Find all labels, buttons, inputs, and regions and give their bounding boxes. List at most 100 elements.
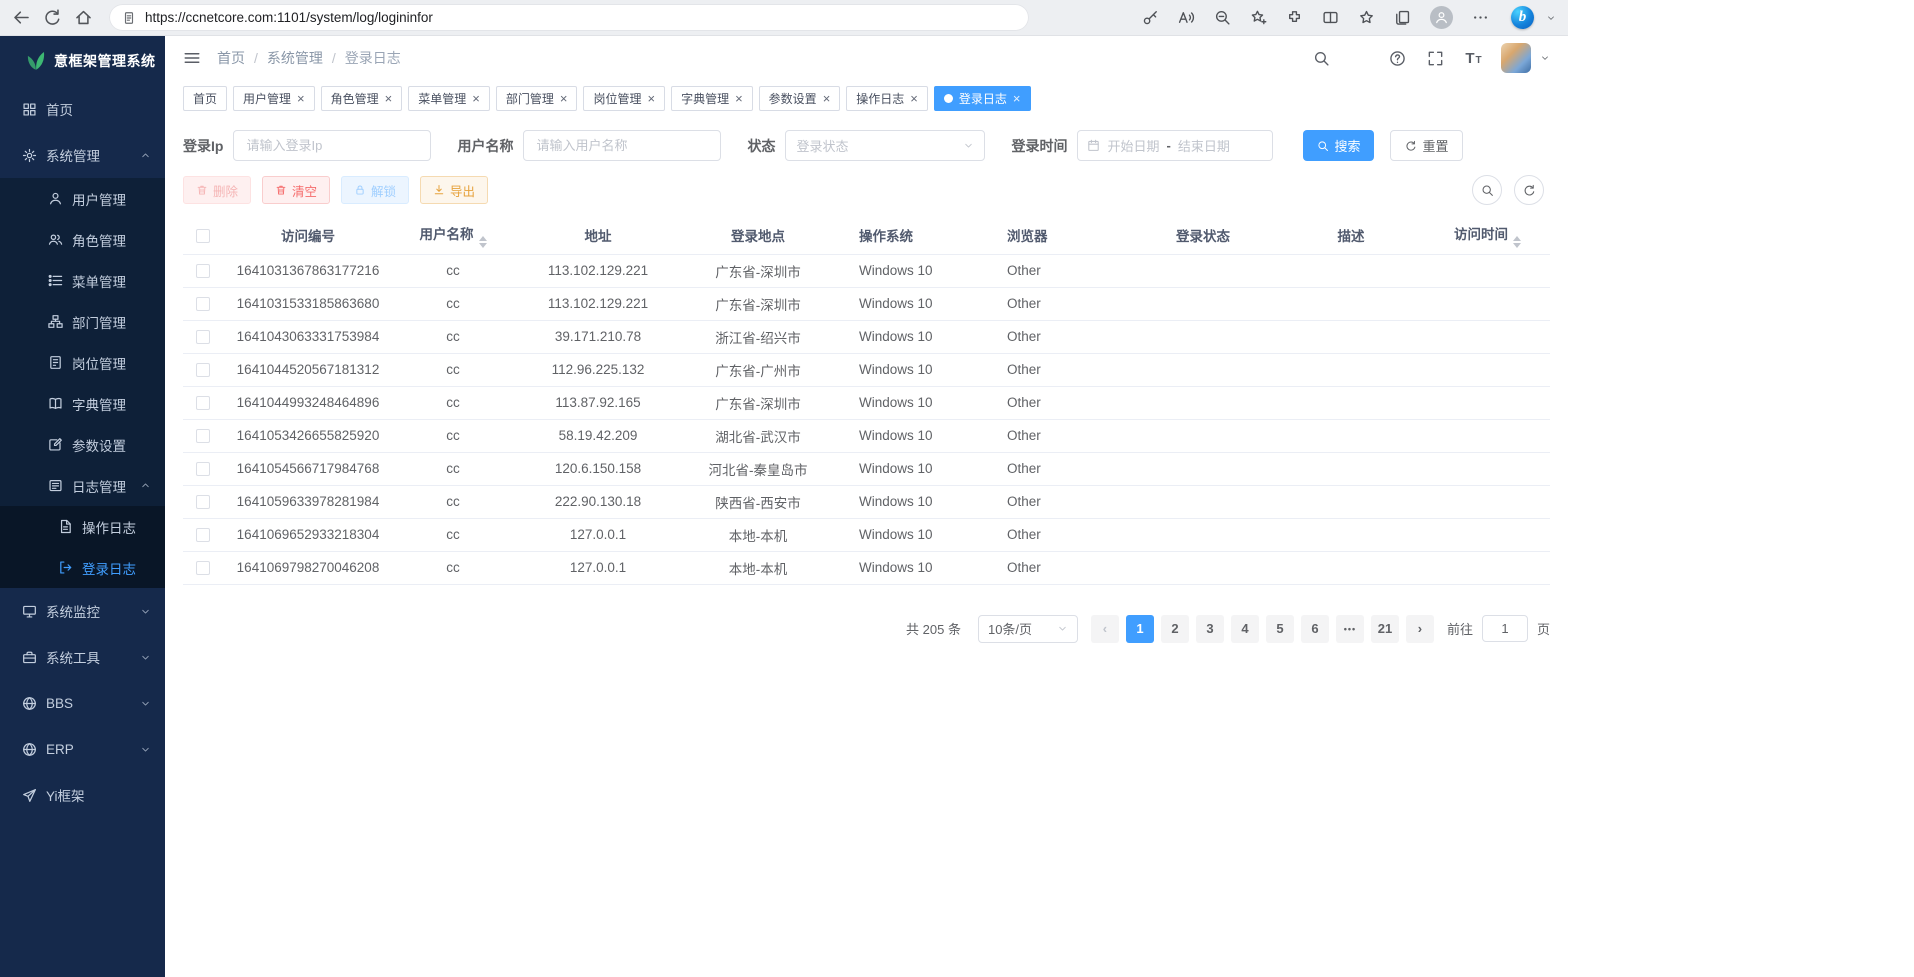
- zoom-out-icon[interactable]: [1214, 9, 1231, 26]
- pager-ellipsis[interactable]: •••: [1336, 615, 1364, 643]
- page-button-4[interactable]: 4: [1231, 615, 1259, 643]
- favorites-bar-icon[interactable]: [1358, 9, 1375, 26]
- sidebar-item-home[interactable]: 首页: [0, 86, 165, 132]
- sidebar-item-operation-log[interactable]: 操作日志: [0, 506, 165, 547]
- search-icon[interactable]: [1313, 50, 1330, 67]
- row-checkbox[interactable]: [196, 396, 210, 410]
- reset-button[interactable]: 重置: [1390, 130, 1463, 161]
- goto-page-input[interactable]: [1482, 615, 1528, 642]
- next-page-button[interactable]: ›: [1406, 615, 1434, 643]
- collections-icon[interactable]: [1394, 9, 1411, 26]
- close-icon[interactable]: ×: [823, 92, 831, 105]
- close-icon[interactable]: ×: [385, 92, 393, 105]
- page-button-3[interactable]: 3: [1196, 615, 1224, 643]
- profile-icon[interactable]: [1430, 6, 1453, 29]
- sidebar-item-dept-management[interactable]: 部门管理: [0, 301, 165, 342]
- read-aloud-icon[interactable]: [1178, 9, 1195, 26]
- table-refresh-button[interactable]: [1514, 175, 1544, 205]
- delete-button[interactable]: 删除: [183, 176, 251, 204]
- row-checkbox[interactable]: [196, 462, 210, 476]
- login-time-range-picker[interactable]: 开始日期 - 结束日期: [1077, 130, 1273, 161]
- row-checkbox[interactable]: [196, 363, 210, 377]
- sidebar-item-param-settings[interactable]: 参数设置: [0, 424, 165, 465]
- breadcrumb-home[interactable]: 首页: [217, 48, 245, 68]
- status-select[interactable]: 登录状态: [785, 130, 985, 161]
- close-icon[interactable]: ×: [1013, 92, 1021, 105]
- tab-post-management[interactable]: 岗位管理×: [583, 86, 665, 111]
- row-checkbox[interactable]: [196, 561, 210, 575]
- split-screen-icon[interactable]: [1322, 9, 1339, 26]
- sidebar-item-user-management[interactable]: 用户管理: [0, 178, 165, 219]
- sidebar-item-login-log[interactable]: 登录日志: [0, 547, 165, 588]
- page-button-5[interactable]: 5: [1266, 615, 1294, 643]
- user-avatar[interactable]: [1501, 43, 1531, 73]
- row-checkbox[interactable]: [196, 297, 210, 311]
- help-icon[interactable]: [1389, 50, 1406, 67]
- sidebar-item-yi-framework[interactable]: Yi框架: [0, 772, 165, 818]
- row-checkbox[interactable]: [196, 330, 210, 344]
- unlock-button[interactable]: 解锁: [341, 176, 409, 204]
- browser-refresh-button[interactable]: [43, 8, 62, 27]
- column-header-access-time[interactable]: 访问时间: [1425, 217, 1550, 254]
- fullscreen-icon[interactable]: [1427, 50, 1444, 67]
- sidebar-item-system-tools[interactable]: 系统工具: [0, 634, 165, 680]
- sidebar-item-system-monitor[interactable]: 系统监控: [0, 588, 165, 634]
- sort-icon[interactable]: [479, 236, 487, 248]
- chevron-down-icon[interactable]: [1546, 13, 1556, 23]
- row-checkbox[interactable]: [196, 264, 210, 278]
- sidebar-item-erp[interactable]: ERP: [0, 726, 165, 772]
- user-name-input[interactable]: [523, 130, 721, 161]
- table-search-toggle-button[interactable]: [1472, 175, 1502, 205]
- page-button-21[interactable]: 21: [1371, 615, 1399, 643]
- tab-role-management[interactable]: 角色管理×: [321, 86, 403, 111]
- page-size-select[interactable]: 10条/页: [978, 615, 1078, 643]
- page-button-2[interactable]: 2: [1161, 615, 1189, 643]
- clear-button[interactable]: 清空: [262, 176, 330, 204]
- sidebar-item-role-management[interactable]: 角色管理: [0, 219, 165, 260]
- more-icon[interactable]: [1472, 9, 1489, 26]
- tab-dept-management[interactable]: 部门管理×: [496, 86, 578, 111]
- bing-copilot-icon[interactable]: b: [1511, 6, 1534, 29]
- tab-param-settings[interactable]: 参数设置×: [759, 86, 841, 111]
- address-bar[interactable]: https://ccnetcore.com:1101/system/log/lo…: [109, 4, 1029, 31]
- sidebar-item-menu-management[interactable]: 菜单管理: [0, 260, 165, 301]
- sidebar-item-log-management[interactable]: 日志管理: [0, 465, 165, 506]
- sort-icon[interactable]: [1513, 236, 1521, 248]
- browser-home-button[interactable]: [74, 8, 93, 27]
- prev-page-button[interactable]: ‹: [1091, 615, 1119, 643]
- browser-back-button[interactable]: [12, 8, 31, 27]
- close-icon[interactable]: ×: [297, 92, 305, 105]
- tab-user-management[interactable]: 用户管理×: [233, 86, 315, 111]
- app-logo[interactable]: 意框架管理系统: [0, 36, 165, 86]
- breadcrumb-system-management[interactable]: 系统管理: [267, 48, 323, 68]
- page-button-1[interactable]: 1: [1126, 615, 1154, 643]
- close-icon[interactable]: ×: [472, 92, 480, 105]
- sidebar-item-dict-management[interactable]: 字典管理: [0, 383, 165, 424]
- column-header-user-name[interactable]: 用户名称: [393, 217, 513, 254]
- select-all-checkbox[interactable]: [196, 229, 210, 243]
- sidebar-item-system-management[interactable]: 系统管理: [0, 132, 165, 178]
- tab-home[interactable]: 首页: [183, 86, 227, 111]
- close-icon[interactable]: ×: [910, 92, 918, 105]
- close-icon[interactable]: ×: [735, 92, 743, 105]
- font-size-icon[interactable]: TT: [1465, 50, 1482, 67]
- export-button[interactable]: 导出: [420, 176, 488, 204]
- sidebar-item-post-management[interactable]: 岗位管理: [0, 342, 165, 383]
- row-checkbox[interactable]: [196, 495, 210, 509]
- row-checkbox[interactable]: [196, 528, 210, 542]
- github-icon[interactable]: [1351, 50, 1368, 67]
- search-button[interactable]: 搜索: [1303, 130, 1374, 161]
- chevron-down-icon[interactable]: [1540, 53, 1550, 63]
- extensions-icon[interactable]: [1286, 9, 1303, 26]
- login-ip-input[interactable]: [233, 130, 431, 161]
- page-button-6[interactable]: 6: [1301, 615, 1329, 643]
- favorite-add-icon[interactable]: [1250, 9, 1267, 26]
- tab-dict-management[interactable]: 字典管理×: [671, 86, 753, 111]
- close-icon[interactable]: ×: [560, 92, 568, 105]
- sidebar-toggle-button[interactable]: [183, 49, 201, 67]
- tab-login-log[interactable]: 登录日志×: [934, 86, 1031, 111]
- key-icon[interactable]: [1142, 9, 1159, 26]
- sidebar-item-bbs[interactable]: BBS: [0, 680, 165, 726]
- tab-operation-log[interactable]: 操作日志×: [846, 86, 928, 111]
- row-checkbox[interactable]: [196, 429, 210, 443]
